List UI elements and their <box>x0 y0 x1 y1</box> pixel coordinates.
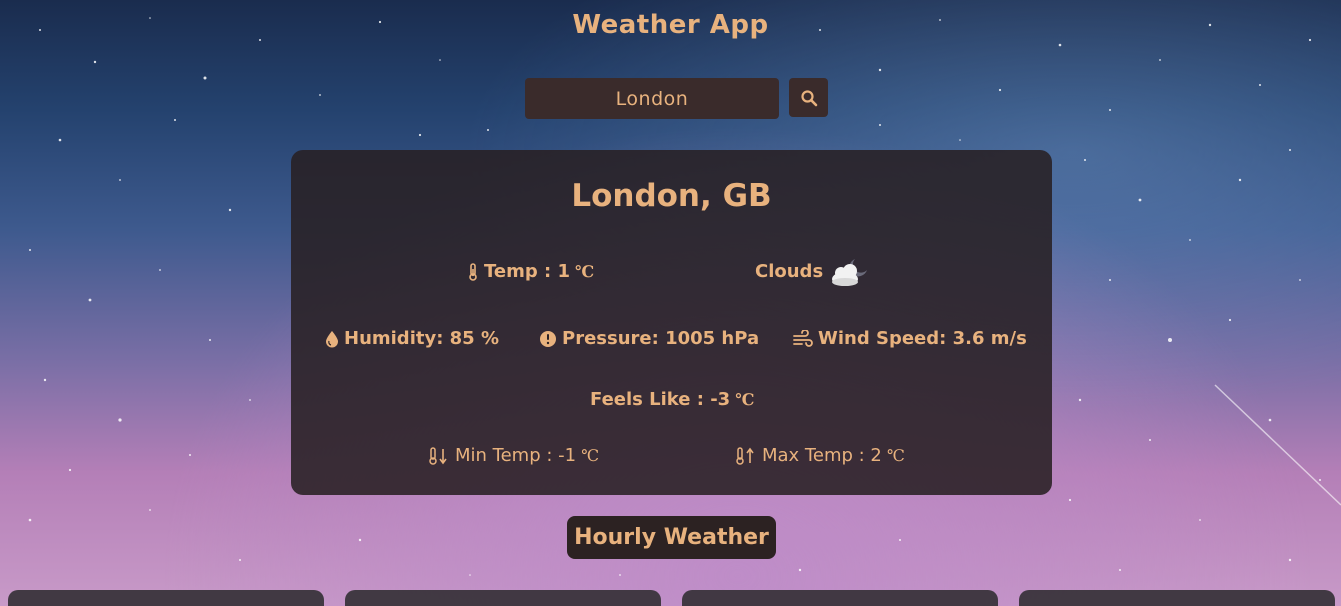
hourly-card[interactable] <box>8 590 324 606</box>
feels-like-stat: Feels Like : -3 ℃ <box>590 389 754 410</box>
min-temp-unit: ℃ <box>581 446 599 465</box>
wind-icon <box>793 329 813 347</box>
humidity-label: Humidity: 85 % <box>344 328 500 349</box>
hourly-weather-title: Hourly Weather <box>567 516 776 559</box>
thermometer-down-icon <box>429 446 447 465</box>
wind-label: Wind Speed: 3.6 m/s <box>818 328 1027 349</box>
thermometer-up-icon <box>736 446 754 465</box>
search-icon <box>800 89 817 106</box>
pressure-stat: Pressure: 1005 hPa <box>539 328 759 349</box>
hourly-card[interactable] <box>1019 590 1335 606</box>
thermometer-icon <box>469 262 477 281</box>
app-title: Weather App <box>572 10 769 40</box>
temp-unit: ℃ <box>575 262 595 281</box>
info-circle-icon <box>540 330 556 347</box>
droplet-icon <box>326 330 338 347</box>
feels-like-unit: ℃ <box>735 390 755 409</box>
condition-stat: Clouds <box>755 251 878 291</box>
current-weather-card: London, GB Temp : 1 ℃ Clouds Humidity: 8… <box>291 150 1052 495</box>
max-temp-unit: ℃ <box>886 446 905 465</box>
min-temp-stat: Min Temp : -1 ℃ <box>428 445 599 466</box>
temp-stat: Temp : 1 ℃ <box>467 261 594 282</box>
hourly-card[interactable] <box>345 590 661 606</box>
max-temp-stat: Max Temp : 2 ℃ <box>735 445 905 466</box>
wind-stat: Wind Speed: 3.6 m/s <box>793 328 1027 349</box>
search-input[interactable] <box>525 78 779 119</box>
feels-like-label: Feels Like : -3 <box>590 389 731 410</box>
condition-label: Clouds <box>755 260 824 282</box>
hourly-card[interactable] <box>682 590 998 606</box>
max-temp-label: Max Temp : 2 <box>762 445 882 466</box>
pressure-label: Pressure: 1005 hPa <box>562 328 760 349</box>
location-title: London, GB <box>571 178 772 214</box>
min-temp-label: Min Temp : -1 <box>455 445 577 466</box>
humidity-stat: Humidity: 85 % <box>325 328 499 349</box>
temp-label: Temp : 1 <box>484 261 570 282</box>
cloud-moon-icon <box>832 259 868 286</box>
search-button[interactable] <box>789 78 828 117</box>
